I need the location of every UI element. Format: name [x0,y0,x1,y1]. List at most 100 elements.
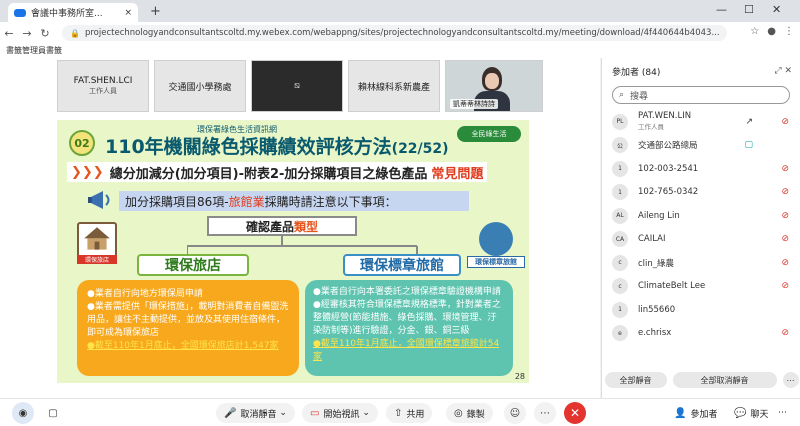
panel-controls-icon[interactable]: ⤢ ✕ [774,66,792,76]
participant-search-input[interactable]: ⌕ 搜尋 [612,86,790,104]
participant-name: 102-765-0342 [638,187,699,198]
minimize-icon[interactable]: — [716,3,727,16]
chat-toggle[interactable]: 💬 聊天 [734,403,768,423]
close-window-icon[interactable]: ✕ [772,3,781,16]
active-speaker-video[interactable]: 凱蒂蒂林詩詩 [445,60,543,112]
slide-banner: ❯❯❯ 總分加減分(加分項目)-附表2-加分採購項目之綠色產品 常見問題 [67,162,487,182]
list-item[interactable]: 1 102-003-2541 ⊘ [602,157,800,181]
tab-title: 會議中事務所室... [31,9,103,19]
sub-banner: 加分採購項目86項- 旅館業 採購時請注意以下事項： [119,191,469,211]
meeting-stage: FAT.SHEN.LCI 工作人員 交通國小學務處 ⧅ 賴林線科系新農產 凱蒂蒂… [0,58,600,398]
more-options-icon[interactable]: ⋯ [534,402,556,424]
participant-name: PAT.WEN.LIN 工作人員 [638,111,692,132]
video-off-icon: ▭ [310,407,320,419]
megaphone-icon [88,191,110,209]
thumbnail-name: 交通國小學務處 [168,82,232,93]
meeting-controls: ◉ ▢ 🎤 取消靜音 ⌄ ▭ 開始視訊 ⌄ ⇧ 共用 ◎ 錄製 ☺ ⋯ ✕ 👤 … [0,398,800,426]
mic-muted-icon[interactable]: ⊘ [781,187,789,197]
more-icon[interactable]: ⋯ [778,403,787,423]
mic-muted-icon[interactable]: ⊘ [781,164,789,174]
star-icon[interactable]: ☆ [750,26,759,37]
forward-icon[interactable]: → [18,27,36,40]
confirm-type-box: 確認產品 類型 [207,216,357,236]
video-thumbnail[interactable]: 交通國小學務處 [154,60,246,112]
list-item[interactable]: c ClimateBelt Lee ⊘ [602,275,800,299]
unmute-button[interactable]: 🎤 取消靜音 ⌄ [216,403,295,423]
video-thumbnail[interactable]: 賴林線科系新農產 [348,60,440,112]
url-field[interactable]: 🔒 projectechnologyandconsultantscoltd.my… [62,25,727,41]
browser-tab[interactable]: 會議中事務所室... × [8,3,138,22]
mic-muted-icon[interactable]: ⊘ [781,234,789,244]
eco-hotel-panel: ●業者自行向地方環保局申請 ●業者需提供「環保措施」，載明對消費者自備盥洗用品，… [77,280,299,376]
more-icon[interactable]: ⋯ [782,372,799,388]
participants-footer: 全部靜音 全部取消靜音 ⋯ [602,372,800,388]
record-button[interactable]: ◎ 錄製 [446,403,493,423]
participants-title: 參加者 (84) [612,67,661,78]
avatar: c [612,278,628,295]
end-call-button[interactable]: ✕ [564,402,586,424]
mic-muted-icon[interactable]: ⊘ [781,328,789,338]
participants-panel: 參加者 (84) ⤢ ✕ ⌕ 搜尋 PL PAT.WEN.LIN 工作人員 ↗ ⊘… [601,58,800,398]
mute-all-button[interactable]: 全部靜音 [604,372,667,388]
thumbnail-name: FAT.SHEN.LCI [73,76,133,86]
mic-muted-icon: 🎤 [224,407,237,419]
participant-name: lin55660 [638,304,676,315]
maximize-icon[interactable]: ☐ [744,3,754,16]
avatar: 1 [612,301,628,318]
list-item[interactable]: AL Aileng Lin ⊘ [602,204,800,228]
participant-name: 交通部公路總局 [638,141,698,152]
webex-icon [14,8,26,17]
participant-list: PL PAT.WEN.LIN 工作人員 ↗ ⊘ 公 交通部公路總局 ▢ 1 102… [602,110,800,372]
reactions-icon[interactable]: ☺ [504,402,526,424]
panel-line: ●業者自行向本署委託之環保標章驗證機構申請 [313,287,501,297]
thumbnail-sub: 工作人員 [89,87,117,95]
back-icon[interactable]: ← [0,27,18,40]
list-item[interactable]: e e.chrisx ⊘ [602,322,800,346]
category-eco-label-hotel: 環保標章旅館 [343,254,461,276]
toolbar-icons: ☆ ● ⋮ [750,26,794,37]
list-item[interactable]: 1 102-765-0342 ⊘ [602,181,800,205]
share-button[interactable]: ⇧ 共用 [386,403,433,423]
list-item[interactable]: PL PAT.WEN.LIN 工作人員 ↗ ⊘ [602,110,800,134]
search-placeholder: 搜尋 [630,91,649,102]
start-video-button[interactable]: ▭ 開始視訊 ⌄ [302,403,378,423]
slide-page-number: 28 [514,372,525,381]
video-thumbnail[interactable]: ⧅ [251,60,343,112]
participant-name: 102-003-2541 [638,163,699,174]
share-icon: ↗ [745,116,753,127]
participants-header: 參加者 (84) ⤢ ✕ [602,58,800,84]
speaker-nametag: 凱蒂蒂林詩詩 [450,99,498,109]
list-item[interactable]: 1 lin55660 [602,298,800,322]
video-thumbnail[interactable]: FAT.SHEN.LCI 工作人員 [57,60,149,112]
avatar: CA [612,231,628,248]
device-icon: ▢ [744,140,753,151]
mic-muted-icon[interactable]: ⊘ [781,281,789,291]
layout-icon[interactable]: ▢ [42,402,64,424]
list-item[interactable]: c clin_綠農 ⊘ [602,251,800,275]
tab-bar: 會議中事務所室... × + — ☐ ✕ [0,0,800,22]
avatar: 公 [612,137,628,154]
mic-muted-icon[interactable]: ⊘ [781,258,789,268]
chevrons-icon: ❯❯❯ [71,164,104,180]
bookmarks-label[interactable]: 書籤管理員書籤 [6,46,62,55]
participant-name: clin_綠農 [638,258,675,269]
lock-icon: 🔒 [70,28,80,38]
reload-icon[interactable]: ↻ [36,27,54,40]
mic-muted-icon[interactable]: ⊘ [781,117,789,127]
mic-muted-icon[interactable]: ⊘ [781,211,789,221]
slide-title: 110年機關綠色採購績效評核方法(22/52) [105,136,449,158]
profile-icon[interactable]: ● [767,26,776,37]
share-screen-icon: ⇧ [394,407,403,419]
avatar: AL [612,207,628,224]
unmute-all-button[interactable]: 全部取消靜音 [672,372,777,388]
participant-name: ClimateBelt Lee [638,281,706,292]
participants-toggle[interactable]: 👤 參加者 [674,403,717,423]
app-logo-icon[interactable]: ◉ [12,402,34,424]
list-item[interactable]: 公 交通部公路總局 ▢ [602,134,800,158]
participant-name: CAILAI [638,234,666,245]
close-tab-icon[interactable]: × [124,8,132,18]
eco-label-hotel-icon: 環保標章旅館 [467,222,525,268]
list-item[interactable]: CA CAILAI ⊘ [602,228,800,252]
menu-icon[interactable]: ⋮ [784,26,794,37]
new-tab-button[interactable]: + [150,4,161,19]
